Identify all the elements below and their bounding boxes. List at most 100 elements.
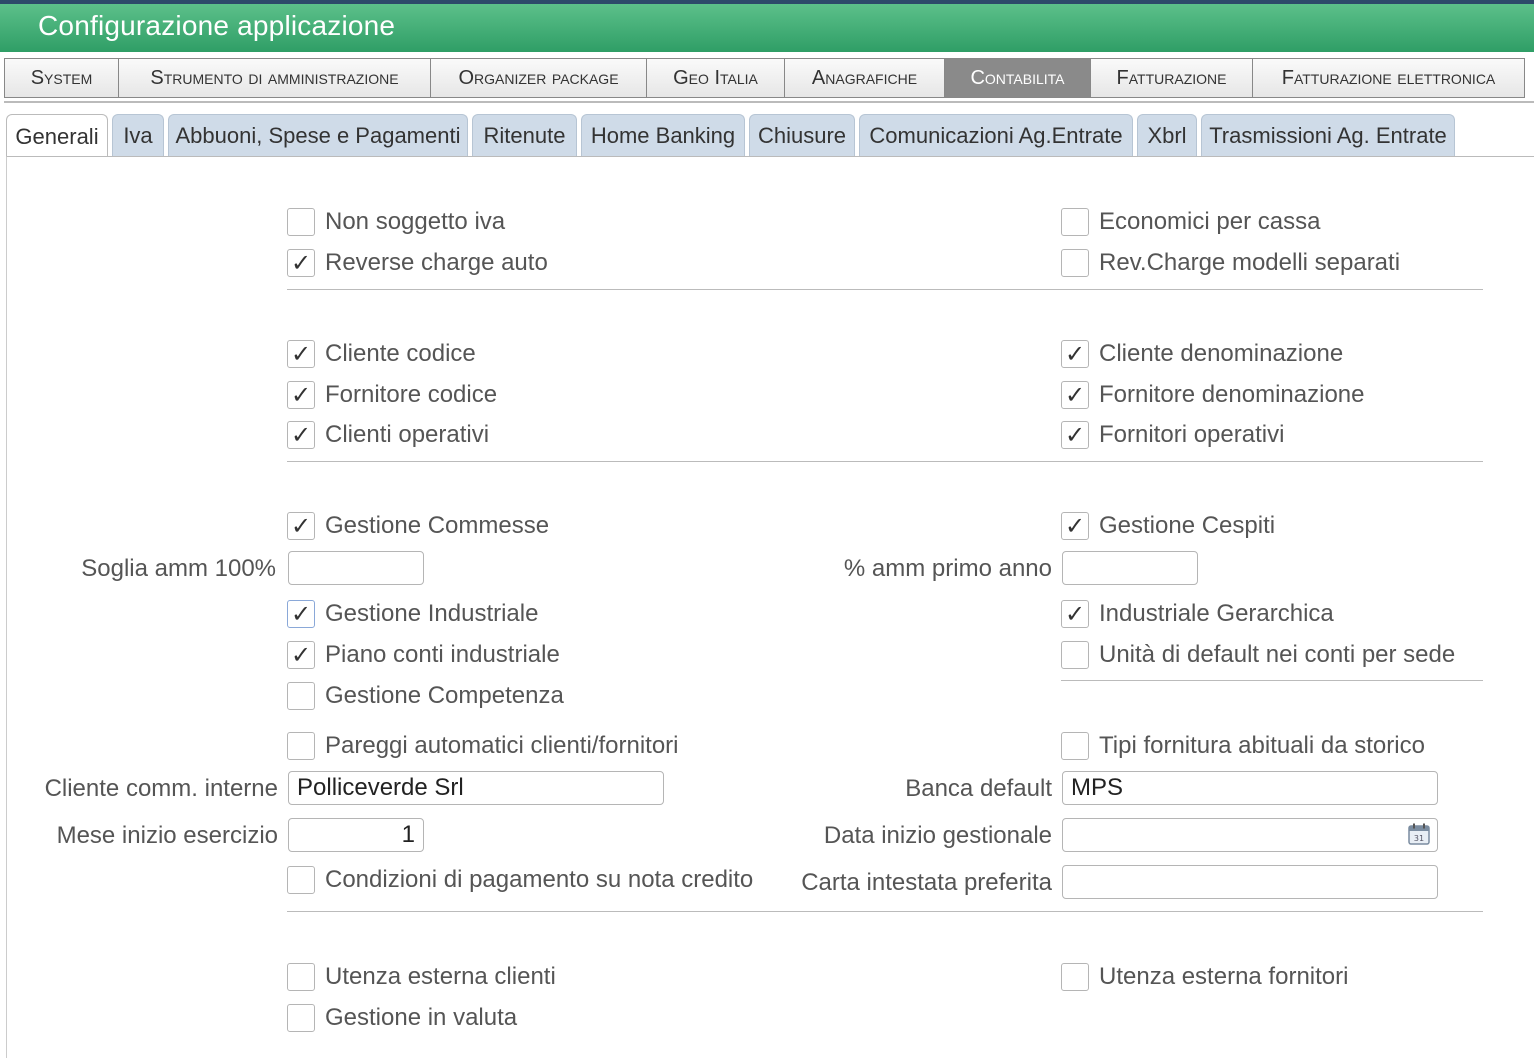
fornitori-operativi-checkbox[interactable]: ✓ Fornitori operativi xyxy=(1061,419,1284,451)
tipi-fornitura-checkbox[interactable]: Tipi fornitura abituali da storico xyxy=(1061,730,1425,762)
checkbox-label: Gestione Commesse xyxy=(325,512,550,539)
checkbox-box[interactable] xyxy=(287,732,315,760)
checkbox-box[interactable]: ✓ xyxy=(287,421,315,449)
checkbox-box[interactable] xyxy=(287,866,315,894)
cliente-comm-label: Cliente comm. interne xyxy=(44,775,278,802)
tab-geo-italia[interactable]: Geo Italia xyxy=(647,59,785,97)
gestione-valuta-checkbox[interactable]: Gestione in valuta xyxy=(287,1002,517,1034)
data-inizio-field: 31 xyxy=(1062,818,1438,852)
rev-charge-modelli-checkbox[interactable]: Rev.Charge modelli separati xyxy=(1061,247,1400,279)
mese-inizio-input[interactable]: 1 xyxy=(288,818,424,852)
checkbox-box[interactable]: ✓ xyxy=(287,641,315,669)
subtab-generali[interactable]: Generali xyxy=(6,114,108,158)
checkbox-label: Utenza esterna fornitori xyxy=(1099,963,1349,990)
economici-per-cassa-checkbox[interactable]: Economici per cassa xyxy=(1061,206,1320,238)
subtab-chiusure[interactable]: Chiusure xyxy=(749,114,855,156)
tab-anagrafiche[interactable]: Anagrafiche xyxy=(785,59,945,97)
tab-strumento-amministrazione[interactable]: Strumento di amministrazione xyxy=(119,59,431,97)
tab-contabilita[interactable]: Contabilita xyxy=(945,59,1091,97)
checkbox-box[interactable] xyxy=(287,1004,315,1032)
checkbox-box[interactable]: ✓ xyxy=(1061,512,1089,540)
checkbox-label: Reverse charge auto xyxy=(325,249,548,276)
data-inizio-label: Data inizio gestionale xyxy=(823,822,1052,849)
carta-intestata-label: Carta intestata preferita xyxy=(801,869,1052,896)
checkbox-label: Gestione Competenza xyxy=(325,682,564,709)
subtab-ritenute[interactable]: Ritenute xyxy=(472,114,577,156)
non-soggetto-iva-checkbox[interactable]: Non soggetto iva xyxy=(287,206,505,238)
cliente-comm-input[interactable]: Polliceverde Srl xyxy=(288,771,664,805)
checkbox-label: Rev.Charge modelli separati xyxy=(1099,249,1401,276)
checkbox-label: Unità di default nei conti per sede xyxy=(1099,641,1456,668)
reverse-charge-auto-checkbox[interactable]: ✓ Reverse charge auto xyxy=(287,247,548,279)
calendar-icon[interactable]: 31 xyxy=(1408,823,1430,845)
utenza-fornitori-checkbox[interactable]: Utenza esterna fornitori xyxy=(1061,961,1348,993)
checkbox-box[interactable]: ✓ xyxy=(287,600,315,628)
checkbox-box[interactable]: ✓ xyxy=(1061,600,1089,628)
checkbox-label: Industriale Gerarchica xyxy=(1099,600,1334,627)
utenza-clienti-checkbox[interactable]: Utenza esterna clienti xyxy=(287,961,556,993)
clienti-operativi-checkbox[interactable]: ✓ Clienti operativi xyxy=(287,419,489,451)
checkbox-box[interactable]: ✓ xyxy=(1061,340,1089,368)
tab-fatturazione-elettronica[interactable]: Fatturazione elettronica xyxy=(1253,59,1525,97)
unita-default-checkbox[interactable]: Unità di default nei conti per sede xyxy=(1061,639,1455,671)
section-divider xyxy=(287,461,1483,462)
checkbox-box[interactable]: ✓ xyxy=(287,340,315,368)
checkbox-box[interactable] xyxy=(1061,208,1089,236)
checkbox-label: Fornitore denominazione xyxy=(1099,381,1365,408)
subtab-home-banking[interactable]: Home Banking xyxy=(581,114,745,156)
mese-inizio-label: Mese inizio esercizio xyxy=(56,822,278,849)
checkbox-box[interactable]: ✓ xyxy=(287,381,315,409)
data-inizio-input[interactable] xyxy=(1062,818,1438,852)
fornitore-codice-checkbox[interactable]: ✓ Fornitore codice xyxy=(287,379,497,411)
checkbox-box[interactable] xyxy=(287,208,315,236)
checkbox-box[interactable] xyxy=(1061,732,1089,760)
checkbox-label: Tipi fornitura abituali da storico xyxy=(1099,732,1425,759)
checkbox-label: Piano conti industriale xyxy=(325,641,560,668)
subtab-xbrl[interactable]: Xbrl xyxy=(1137,114,1197,156)
subtab-iva[interactable]: Iva xyxy=(112,114,164,156)
checkbox-box[interactable]: ✓ xyxy=(287,249,315,277)
piano-conti-industriale-checkbox[interactable]: ✓ Piano conti industriale xyxy=(287,639,560,671)
checkbox-box[interactable]: ✓ xyxy=(1061,421,1089,449)
subtab-abbuoni[interactable]: Abbuoni, Spese e Pagamenti xyxy=(168,114,468,156)
tab-fatturazione[interactable]: Fatturazione xyxy=(1091,59,1253,97)
pareggi-automatici-checkbox[interactable]: Pareggi automatici clienti/fornitori xyxy=(287,730,679,762)
checkbox-label: Pareggi automatici clienti/fornitori xyxy=(325,732,679,759)
gestione-commesse-checkbox[interactable]: ✓ Gestione Commesse xyxy=(287,510,549,542)
amm-primo-anno-input[interactable] xyxy=(1062,551,1198,585)
tab-organizer-package[interactable]: Organizer package xyxy=(431,59,647,97)
cliente-codice-checkbox[interactable]: ✓ Cliente codice xyxy=(287,338,476,370)
checkbox-box[interactable] xyxy=(287,963,315,991)
cliente-denominazione-checkbox[interactable]: ✓ Cliente denominazione xyxy=(1061,338,1343,370)
soglia-amm-input[interactable] xyxy=(288,551,424,585)
carta-intestata-input[interactable] xyxy=(1062,865,1438,899)
checkbox-box[interactable]: ✓ xyxy=(287,512,315,540)
checkbox-box[interactable] xyxy=(287,682,315,710)
checkbox-box[interactable]: ✓ xyxy=(1061,381,1089,409)
fornitore-denominazione-checkbox[interactable]: ✓ Fornitore denominazione xyxy=(1061,379,1365,411)
section-divider xyxy=(287,911,1483,912)
tab-system[interactable]: System xyxy=(5,59,119,97)
gestione-industriale-checkbox[interactable]: ✓ Gestione Industriale xyxy=(287,598,538,630)
checkbox-box[interactable] xyxy=(1061,249,1089,277)
condizioni-pagamento-checkbox[interactable]: Condizioni di pagamento su nota credito xyxy=(287,864,753,896)
sub-tabs: Generali Iva Abbuoni, Spese e Pagamenti … xyxy=(6,114,1459,158)
banca-default-label: Banca default xyxy=(905,775,1052,802)
divider xyxy=(4,101,1534,103)
section-divider xyxy=(287,289,1483,290)
title-bar: Configurazione applicazione xyxy=(0,0,1534,52)
subtab-comunicazioni[interactable]: Comunicazioni Ag.Entrate xyxy=(859,114,1133,156)
checkbox-label: Cliente codice xyxy=(325,340,476,367)
gestione-cespiti-checkbox[interactable]: ✓ Gestione Cespiti xyxy=(1061,510,1275,542)
checkbox-label: Gestione in valuta xyxy=(325,1004,518,1031)
checkbox-box[interactable] xyxy=(1061,641,1089,669)
checkbox-label: Condizioni di pagamento su nota credito xyxy=(325,866,754,893)
app-title: Configurazione applicazione xyxy=(38,10,396,41)
subtab-trasmissioni[interactable]: Trasmissioni Ag. Entrate xyxy=(1201,114,1455,156)
industriale-gerarchica-checkbox[interactable]: ✓ Industriale Gerarchica xyxy=(1061,598,1334,630)
banca-default-input[interactable]: MPS xyxy=(1062,771,1438,805)
checkbox-label: Fornitore codice xyxy=(325,381,498,408)
top-navigation: System Strumento di amministrazione Orga… xyxy=(4,58,1525,98)
gestione-competenza-checkbox[interactable]: Gestione Competenza xyxy=(287,680,564,712)
checkbox-box[interactable] xyxy=(1061,963,1089,991)
